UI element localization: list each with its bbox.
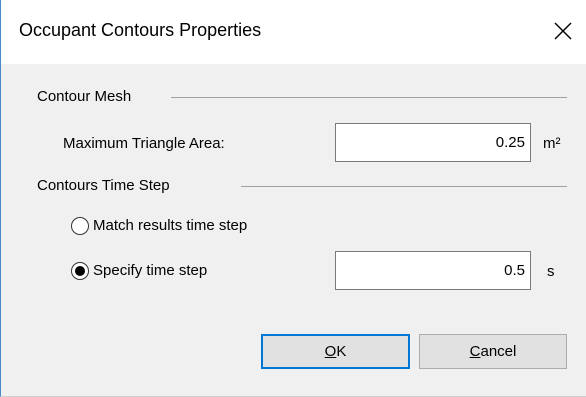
cancel-button[interactable]: Cancel xyxy=(419,334,567,369)
cancel-button-label: Cancel xyxy=(470,343,517,360)
time-step-unit: s xyxy=(547,263,555,280)
max-triangle-area-input[interactable] xyxy=(335,123,531,162)
ok-button-label: OK xyxy=(325,343,347,360)
close-button[interactable] xyxy=(540,8,586,54)
time-step-group-label: Contours Time Step xyxy=(37,176,176,196)
radio-button-selected[interactable] xyxy=(71,262,89,280)
max-triangle-area-unit: m² xyxy=(543,135,561,152)
ok-mnemonic: O xyxy=(324,343,337,360)
window-title: Occupant Contours Properties xyxy=(19,20,262,40)
radio-specify-time-step-label: Specify time step xyxy=(93,262,208,279)
radio-match-results-label: Match results time step xyxy=(93,217,248,234)
title-bar[interactable]: Occupant Contours Properties xyxy=(1,0,586,64)
dialog-body: Contour Mesh Maximum Triangle Area: m² C… xyxy=(1,64,586,396)
time-step-group-line xyxy=(241,186,567,187)
radio-match-results-time-step[interactable]: Match results time step xyxy=(71,215,331,237)
cancel-mnemonic: C xyxy=(469,343,481,360)
close-icon xyxy=(554,22,572,40)
time-step-input[interactable] xyxy=(335,251,531,290)
max-triangle-area-label: Maximum Triangle Area: xyxy=(63,135,225,152)
properties-dialog: Occupant Contours Properties Contour Mes… xyxy=(0,0,586,397)
ok-button[interactable]: OK xyxy=(261,334,410,369)
ok-label-rest: K xyxy=(336,343,347,360)
cancel-label-rest: ancel xyxy=(480,343,517,360)
contour-mesh-group-line xyxy=(171,97,567,98)
radio-specify-time-step[interactable]: Specify time step xyxy=(71,260,291,282)
contour-mesh-group-label: Contour Mesh xyxy=(37,87,138,107)
radio-button[interactable] xyxy=(71,217,89,235)
